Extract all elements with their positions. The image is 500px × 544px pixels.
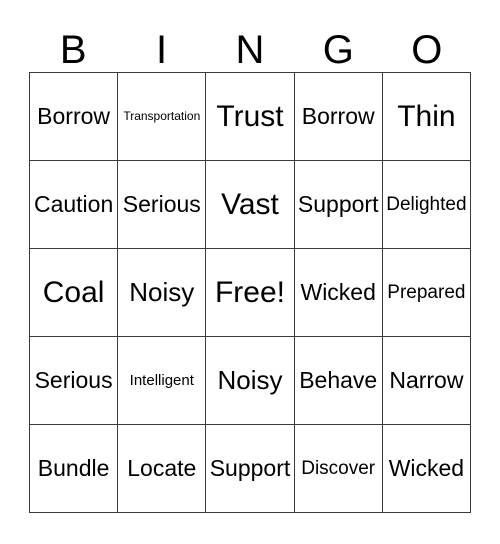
bingo-cell-r5-c4[interactable]: Discover (294, 425, 383, 513)
bingo-cell-label: Noisy (217, 364, 283, 395)
bingo-cell-r2-c5[interactable]: Delighted (382, 161, 471, 249)
bingo-cell-r2-c4[interactable]: Support (294, 161, 383, 249)
bingo-header-letter-i: I (156, 28, 168, 72)
bingo-header-letter-o: O (411, 28, 443, 72)
bingo-cell-label: Wicked (300, 279, 376, 306)
bingo-cell-r2-c1[interactable]: Caution (30, 161, 119, 249)
bingo-cell-r3-c1[interactable]: Coal (30, 249, 119, 337)
bingo-cell-r2-c2[interactable]: Serious (118, 161, 207, 249)
bingo-cell-label: Delighted (386, 193, 467, 215)
bingo-cell-label: Borrow (301, 103, 375, 130)
bingo-header-row: B I N G O (29, 16, 471, 72)
bingo-cell-label: Serious (122, 191, 201, 218)
bingo-cell-r1-c4[interactable]: Borrow (294, 73, 383, 161)
bingo-cell-r5-c5[interactable]: Wicked (382, 425, 471, 513)
bingo-header-letter-b: B (59, 28, 87, 72)
bingo-cell-label: Trust (216, 99, 284, 133)
bingo-cell-r5-c1[interactable]: Bundle (30, 425, 119, 513)
bingo-cell-label: Coal (42, 275, 105, 309)
bingo-grid: Borrow Transportation Trust Borrow Thin Cauti… (29, 72, 471, 513)
bingo-cell-label: Bundle (37, 455, 110, 482)
bingo-cell-r4-c4[interactable]: Behave (294, 337, 383, 425)
bingo-cell-label: Borrow (37, 103, 111, 130)
bingo-header-letter-n: N (235, 28, 265, 72)
bingo-cell-label: Vast (221, 187, 279, 221)
bingo-cell-label: Intelligent (129, 371, 194, 389)
bingo-cell-r3-c4[interactable]: Wicked (294, 249, 383, 337)
bingo-cell-label: Serious (34, 367, 113, 394)
bingo-cell-r4-c5[interactable]: Narrow (382, 337, 471, 425)
bingo-cell-r1-c3[interactable]: Trust (206, 73, 295, 161)
bingo-cell-r5-c3[interactable]: Support (206, 425, 295, 513)
bingo-cell-r4-c3[interactable]: Noisy (206, 337, 295, 425)
bingo-cell-r4-c1[interactable]: Serious (30, 337, 119, 425)
bingo-cell-label: Noisy (129, 276, 195, 307)
bingo-cell-label: Free! (214, 275, 285, 309)
bingo-cell-label: Prepared (387, 281, 466, 303)
bingo-card: B I N G O Borrow Transportation Trust Borro… (0, 0, 500, 544)
bingo-cell-label: Support (209, 455, 291, 482)
bingo-cell-r3-c5[interactable]: Prepared (382, 249, 471, 337)
bingo-cell-r5-c2[interactable]: Locate (118, 425, 207, 513)
bingo-cell-r1-c5[interactable]: Thin (382, 73, 471, 161)
bingo-header-letter-g: G (322, 28, 354, 72)
bingo-cell-label: Support (297, 191, 379, 218)
bingo-cell-r1-c1[interactable]: Borrow (30, 73, 119, 161)
bingo-cell-label: Transportation (123, 109, 201, 124)
bingo-cell-label: Thin (397, 99, 456, 133)
bingo-cell-label: Wicked (388, 455, 465, 482)
bingo-cell-label: Caution (33, 191, 114, 218)
bingo-cell-r3-c3[interactable]: Free! (206, 249, 295, 337)
bingo-cell-label: Narrow (389, 367, 464, 394)
bingo-cell-label: Discover (301, 457, 376, 479)
bingo-cell-r2-c3[interactable]: Vast (206, 161, 295, 249)
bingo-cell-label: Behave (299, 367, 378, 394)
bingo-cell-r4-c2[interactable]: Intelligent (118, 337, 207, 425)
bingo-cell-r3-c2[interactable]: Noisy (118, 249, 207, 337)
bingo-cell-label: Locate (127, 455, 197, 482)
bingo-cell-r1-c2[interactable]: Transportation (118, 73, 207, 161)
